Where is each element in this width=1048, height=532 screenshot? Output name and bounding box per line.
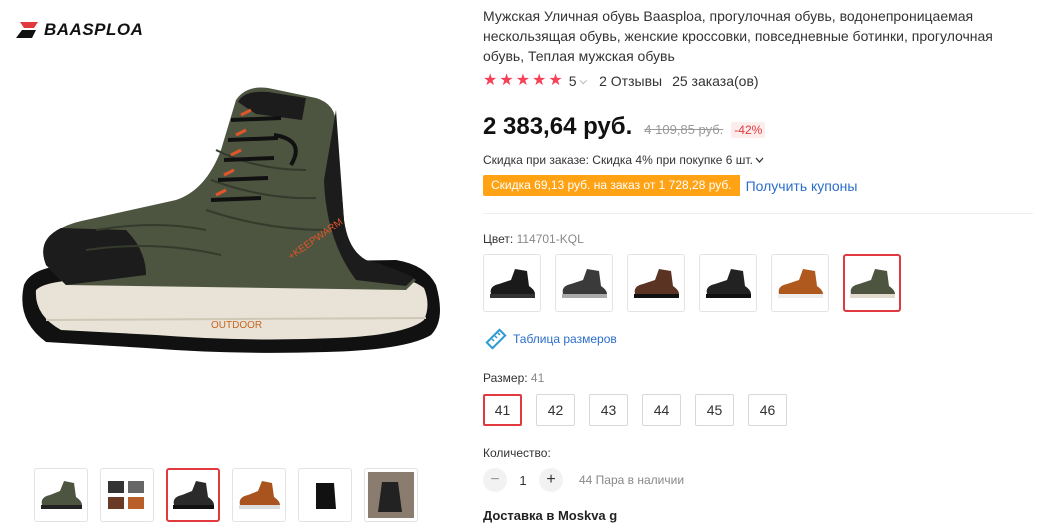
color-swatch-black-leather[interactable] — [483, 254, 541, 312]
size-option-42[interactable]: 42 — [536, 394, 575, 426]
rating-value[interactable]: 5 — [569, 73, 577, 89]
get-coupons-link[interactable]: Получить купоны — [746, 178, 858, 194]
size-chart-link[interactable]: Таблица размеров — [485, 328, 617, 350]
star-icon: ★ — [548, 72, 563, 89]
color-selected: 114701-KQL — [516, 232, 584, 246]
quantity-stepper: − 1 + 44 Пара в наличии — [483, 468, 684, 492]
star-icon: ★ — [532, 72, 547, 89]
orders-count: 25 заказа(ов) — [672, 73, 759, 89]
thumbnail-1[interactable] — [34, 468, 88, 522]
color-swatches — [483, 254, 901, 312]
quantity-label: Количество: — [483, 446, 551, 460]
star-icon: ★ — [515, 72, 531, 89]
size-option-43[interactable]: 43 — [589, 394, 628, 426]
main-product-image[interactable]: +KEEPWARM OUTDOOR — [6, 80, 446, 380]
color-label-row: Цвет: 114701-KQL — [483, 232, 584, 246]
coupon-row: Скидка 69,13 руб. на заказ от 1 728,28 р… — [483, 175, 857, 196]
color-label: Цвет: — [483, 232, 514, 246]
size-label-row: Размер: 41 — [483, 371, 544, 385]
delivery-info[interactable]: Доставка в Moskva g — [483, 508, 617, 523]
thumbnail-4[interactable] — [232, 468, 286, 522]
old-price: 4 109,85 руб. — [644, 122, 724, 137]
stock-status: 44 Пара в наличии — [579, 473, 685, 487]
brand-name: BAASPLOA — [44, 20, 144, 39]
thumbnail-strip — [34, 468, 418, 522]
ruler-icon — [485, 328, 507, 350]
current-price: 2 383,64 руб. — [483, 113, 633, 140]
coupon-badge: Скидка 69,13 руб. на заказ от 1 728,28 р… — [483, 175, 740, 196]
quantity-decrease-button[interactable]: − — [483, 468, 507, 492]
color-swatch-black-grey[interactable] — [555, 254, 613, 312]
thumbnail-2[interactable] — [100, 468, 154, 522]
product-title: Мужская Уличная обувь Baasploa, прогулоч… — [483, 8, 993, 64]
quantity-value[interactable]: 1 — [507, 473, 539, 488]
rating-stars: ★ ★ ★ ★ ★ — [483, 73, 563, 89]
size-label: Размер: — [483, 371, 528, 385]
size-chart-label: Таблица размеров — [513, 332, 617, 346]
price-row: 2 383,64 руб. 4 109,85 руб. -42% — [483, 113, 766, 141]
color-swatch-olive-green[interactable] — [843, 254, 901, 312]
size-options: 41 42 43 44 45 46 — [483, 394, 787, 426]
brand-logo: BAASPLOA — [16, 20, 143, 40]
chevron-down-icon — [755, 157, 764, 163]
divider — [483, 213, 1033, 214]
size-option-45[interactable]: 45 — [695, 394, 734, 426]
thumbnail-5[interactable] — [298, 468, 352, 522]
size-option-46[interactable]: 46 — [748, 394, 787, 426]
quantity-increase-button[interactable]: + — [539, 468, 563, 492]
star-icon: ★ — [483, 72, 498, 89]
reviews-link[interactable]: 2 Отзывы — [599, 73, 662, 89]
bulk-discount-text: Скидка при заказе: Скидка 4% при покупке… — [483, 153, 753, 167]
color-swatch-black-dark[interactable] — [699, 254, 757, 312]
size-option-44[interactable]: 44 — [642, 394, 681, 426]
color-swatch-orange-brown[interactable] — [771, 254, 829, 312]
star-icon: ★ — [499, 72, 514, 89]
size-option-41[interactable]: 41 — [483, 394, 522, 426]
rating-row: ★ ★ ★ ★ ★ 5 ⌵ 2 Отзывы 25 заказа(ов) — [483, 73, 759, 90]
discount-badge: -42% — [731, 122, 766, 138]
size-selected: 41 — [530, 371, 545, 385]
chevron-down-icon[interactable]: ⌵ — [580, 76, 588, 87]
bulk-discount[interactable]: Скидка при заказе: Скидка 4% при покупке… — [483, 153, 764, 167]
thumbnail-6[interactable] — [364, 468, 418, 522]
baasploa-logo-icon — [16, 22, 38, 38]
product-gallery: BAASPLOA +KEEPWARM OUTDOOR — [0, 0, 470, 532]
svg-text:OUTDOOR: OUTDOOR — [211, 320, 262, 331]
thumbnail-3[interactable] — [166, 468, 220, 522]
color-swatch-brown-black[interactable] — [627, 254, 685, 312]
